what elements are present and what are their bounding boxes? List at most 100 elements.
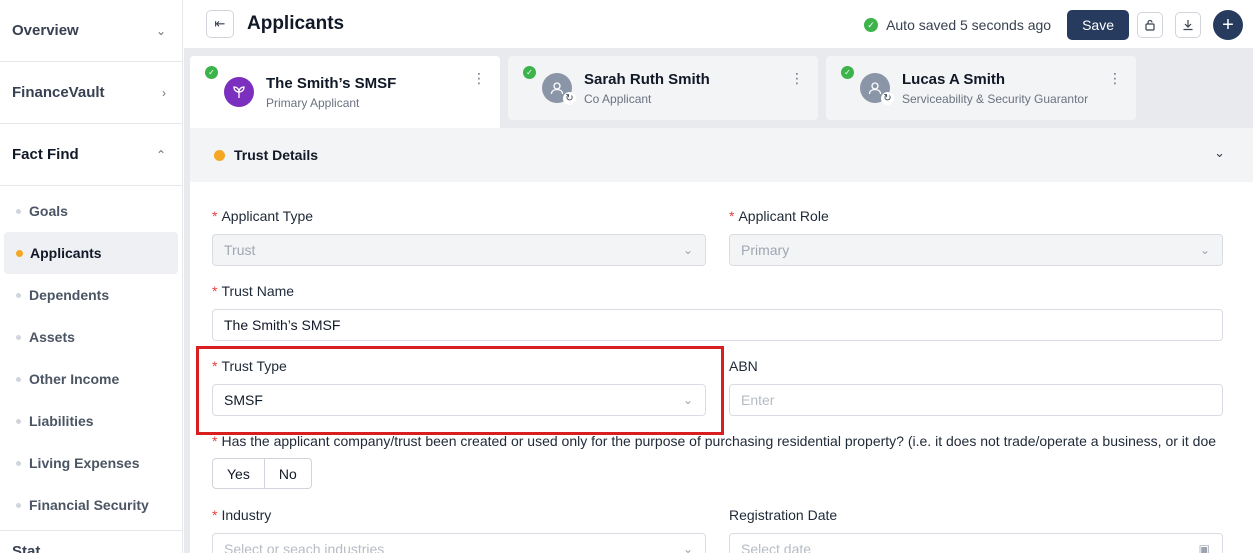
tab-role: Serviceability & Security Guarantor [902, 91, 1089, 106]
trust-name-input[interactable]: The Smith’s SMSF [212, 309, 1223, 341]
status-indicator [214, 149, 225, 161]
residential-purpose-toggle: Yes No [212, 458, 312, 489]
sidebar-item-liabilities[interactable]: Liabilities [0, 400, 182, 442]
download-button[interactable] [1175, 12, 1201, 38]
trust-avatar [224, 77, 254, 107]
tab-name: The Smith’s SMSF [266, 74, 397, 92]
header-actions: ✓ Auto saved 5 seconds ago Save + [864, 10, 1243, 40]
question-text: Has the applicant company/trust been cre… [221, 433, 1217, 449]
save-button[interactable]: Save [1067, 10, 1129, 40]
sidebar-section-overview[interactable]: Overview ⌄ [0, 0, 182, 62]
sidebar-item-financial-security[interactable]: Financial Security [0, 484, 182, 526]
trust-details-header[interactable]: Trust Details ⌄ [190, 128, 1253, 182]
select-value: Trust [224, 242, 256, 258]
applicant-tabs: ✓ The Smith’s SMSF Primary Applicant ⋮ ✓… [190, 56, 1144, 128]
select-value: SMSF [224, 392, 263, 408]
add-applicant-button[interactable]: + [1213, 10, 1243, 40]
industry-select[interactable]: Select or seach industries ⌄ [212, 533, 706, 553]
sidebar-item-list: Goals Applicants Dependents Assets Other… [0, 186, 182, 531]
check-circle-icon: ✓ [864, 18, 879, 32]
user-avatar: ↻ [542, 73, 576, 105]
sidebar-item-label: Applicants [30, 245, 102, 261]
residential-purpose-question: * Has the applicant company/trust been cr… [212, 433, 1252, 449]
label-text: Industry [221, 507, 272, 523]
abn-label: ABN [729, 358, 758, 374]
select-value: Primary [741, 242, 790, 258]
sidebar-section-label: Overview [12, 22, 79, 39]
chevron-down-icon[interactable]: ⌄ [1214, 145, 1225, 161]
sidebar-item-label: Other Income [29, 371, 120, 387]
calendar-icon: ▣ [1198, 542, 1210, 553]
sync-icon: ↻ [563, 92, 576, 105]
bullet-icon [16, 418, 21, 424]
trust-type-select[interactable]: SMSF ⌄ [212, 384, 706, 416]
applicant-type-select[interactable]: Trust ⌄ [212, 234, 706, 266]
bullet-icon [16, 460, 21, 466]
chevron-down-icon: ⌄ [1199, 243, 1210, 257]
lock-button[interactable] [1137, 12, 1163, 38]
tab-applicant-smsf[interactable]: ✓ The Smith’s SMSF Primary Applicant ⋮ [190, 56, 500, 128]
main-content: ✓ The Smith’s SMSF Primary Applicant ⋮ ✓… [184, 48, 1253, 553]
applicant-type-label: * Applicant Type [212, 208, 313, 224]
no-button[interactable]: No [264, 458, 312, 489]
required-marker: * [212, 433, 218, 449]
more-vertical-icon[interactable]: ⋮ [790, 70, 804, 87]
chevron-down-icon: ⌄ [682, 243, 693, 257]
tab-applicant-lucas[interactable]: ✓ ↻ Lucas A Smith Serviceability & Secur… [826, 56, 1136, 120]
label-text: Trust Type [221, 358, 287, 374]
page-header: ⇤ Applicants ✓ Auto saved 5 seconds ago … [184, 0, 1253, 48]
collapse-sidebar-button[interactable]: ⇤ [206, 10, 234, 38]
sidebar-item-label: Goals [29, 203, 68, 219]
bullet-icon [16, 208, 21, 214]
sidebar-section-label: FinanceVault [12, 84, 105, 101]
select-placeholder: Select or seach industries [224, 541, 385, 553]
bullet-icon [16, 502, 21, 508]
autosave-status: Auto saved 5 seconds ago [886, 17, 1052, 33]
sidebar-item-label: Financial Security [29, 497, 149, 513]
sidebar-item-assets[interactable]: Assets [0, 316, 182, 358]
yes-button[interactable]: Yes [212, 458, 265, 489]
sidebar-item-goals[interactable]: Goals [0, 190, 182, 232]
registration-date-input[interactable]: Select date ▣ [729, 533, 1223, 553]
check-circle-icon: ✓ [205, 66, 218, 79]
sprout-icon [233, 86, 245, 98]
applicant-role-select[interactable]: Primary ⌄ [729, 234, 1223, 266]
sidebar-item-applicants[interactable]: Applicants [4, 232, 178, 274]
required-marker: * [212, 208, 218, 224]
date-placeholder: Select date [741, 541, 812, 553]
bullet-icon [16, 376, 21, 382]
sidebar-item-label: Living Expenses [29, 455, 140, 471]
sync-icon: ↻ [881, 92, 894, 105]
abn-input[interactable]: Enter [729, 384, 1223, 416]
sidebar-section-financevault[interactable]: FinanceVault › [0, 62, 182, 124]
more-vertical-icon[interactable]: ⋮ [1108, 70, 1122, 87]
download-icon [1183, 20, 1193, 31]
sidebar-section-next[interactable]: Stat... [0, 531, 182, 553]
label-text: Trust Name [221, 283, 295, 299]
section-title: Trust Details [234, 147, 319, 163]
sidebar-item-label: Assets [29, 329, 75, 345]
bullet-icon [16, 249, 23, 257]
chevron-down-icon: ⌄ [682, 542, 693, 553]
plus-icon: + [1222, 13, 1234, 36]
tab-applicant-sarah[interactable]: ✓ ↻ Sarah Ruth Smith Co Applicant ⋮ [508, 56, 818, 120]
required-marker: * [212, 358, 218, 374]
applicant-panel: Trust Details ⌄ * Applicant Type Trust ⌄ … [190, 128, 1253, 553]
label-text: Applicant Role [738, 208, 829, 224]
user-icon [550, 82, 564, 95]
industry-label: * Industry [212, 507, 271, 523]
required-marker: * [729, 208, 735, 224]
required-marker: * [212, 283, 218, 299]
sidebar-item-label: Dependents [29, 287, 110, 303]
sidebar-section-label: Fact Find [12, 146, 79, 163]
registration-date-label: Registration Date [729, 507, 838, 523]
sidebar-item-label: Liabilities [29, 413, 94, 429]
sidebar-item-dependents[interactable]: Dependents [0, 274, 182, 316]
sidebar-item-other-income[interactable]: Other Income [0, 358, 182, 400]
more-vertical-icon[interactable]: ⋮ [472, 70, 486, 87]
sidebar-item-living-expenses[interactable]: Living Expenses [0, 442, 182, 484]
sidebar-section-factfind[interactable]: Fact Find ⌃ [0, 124, 182, 186]
user-avatar: ↻ [860, 73, 894, 105]
user-icon [868, 82, 882, 95]
check-circle-icon: ✓ [523, 66, 536, 79]
